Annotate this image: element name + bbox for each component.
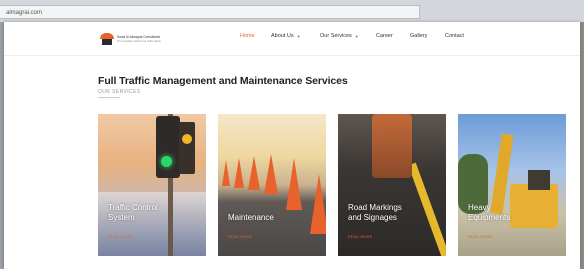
nav-label: Home: [240, 33, 255, 39]
chevron-down-icon: ▼: [296, 33, 301, 39]
nav-item-career[interactable]: Career: [376, 33, 410, 39]
address-bar[interactable]: almagrai.com: [0, 5, 420, 19]
logo-icon: [100, 33, 114, 45]
nav-item-about-us[interactable]: About Us ▼: [271, 33, 320, 39]
nav-label: Our Services: [320, 33, 352, 39]
nav-label: Career: [376, 33, 393, 39]
nav-label: About Us: [271, 33, 294, 39]
traffic-cone-image: [264, 154, 278, 194]
site-header: Saudi Al-Almagrai Consultants The comple…: [4, 22, 580, 56]
nav-item-home[interactable]: Home: [240, 33, 271, 39]
nav-label: Gallery: [410, 33, 428, 39]
road-worker-image: [372, 114, 412, 178]
service-card-traffic-control[interactable]: Traffic Control System READ MORE: [98, 114, 206, 256]
nav-label: Contact: [445, 33, 464, 39]
read-more-link[interactable]: READ MORE: [348, 235, 372, 239]
section-title: Full Traffic Management and Maintenance …: [98, 75, 348, 87]
traffic-light-image: [156, 116, 180, 178]
web-page: Saudi Al-Almagrai Consultants The comple…: [4, 22, 580, 269]
nav-item-gallery[interactable]: Gallery: [410, 33, 445, 39]
excavator-image: [510, 184, 558, 228]
service-card-heavy-equipments[interactable]: Heavy Equipments READ MORE: [458, 114, 566, 256]
logo-name: Saudi Al-Almagrai Consultants: [117, 35, 161, 39]
logo-tagline: The complete solution for traffic safety: [117, 40, 161, 43]
read-more-link[interactable]: READ MORE: [468, 235, 492, 239]
service-card-maintenance[interactable]: Maintenance READ MORE: [218, 114, 326, 256]
section-subtitle: OUR SERVICES: [98, 89, 141, 95]
read-more-link[interactable]: READ MORE: [228, 235, 252, 239]
card-title: Road Markings and Signages: [348, 203, 402, 222]
read-more-link[interactable]: READ MORE: [108, 235, 132, 239]
card-title: Traffic Control System: [108, 203, 158, 222]
service-card-road-markings[interactable]: Road Markings and Signages READ MORE: [338, 114, 446, 256]
card-title: Heavy Equipments: [468, 203, 511, 222]
divider: [98, 97, 120, 98]
chevron-down-icon: ▼: [354, 33, 359, 39]
main-menu: Home About Us ▼ Our Services ▼ Career Ga…: [240, 33, 464, 39]
card-title: Maintenance: [228, 212, 274, 222]
nav-item-contact[interactable]: Contact: [445, 33, 464, 39]
site-logo[interactable]: Saudi Al-Almagrai Consultants The comple…: [100, 31, 190, 47]
nav-item-our-services[interactable]: Our Services ▼: [320, 33, 376, 39]
browser-top-bar: almagrai.com: [0, 0, 584, 22]
